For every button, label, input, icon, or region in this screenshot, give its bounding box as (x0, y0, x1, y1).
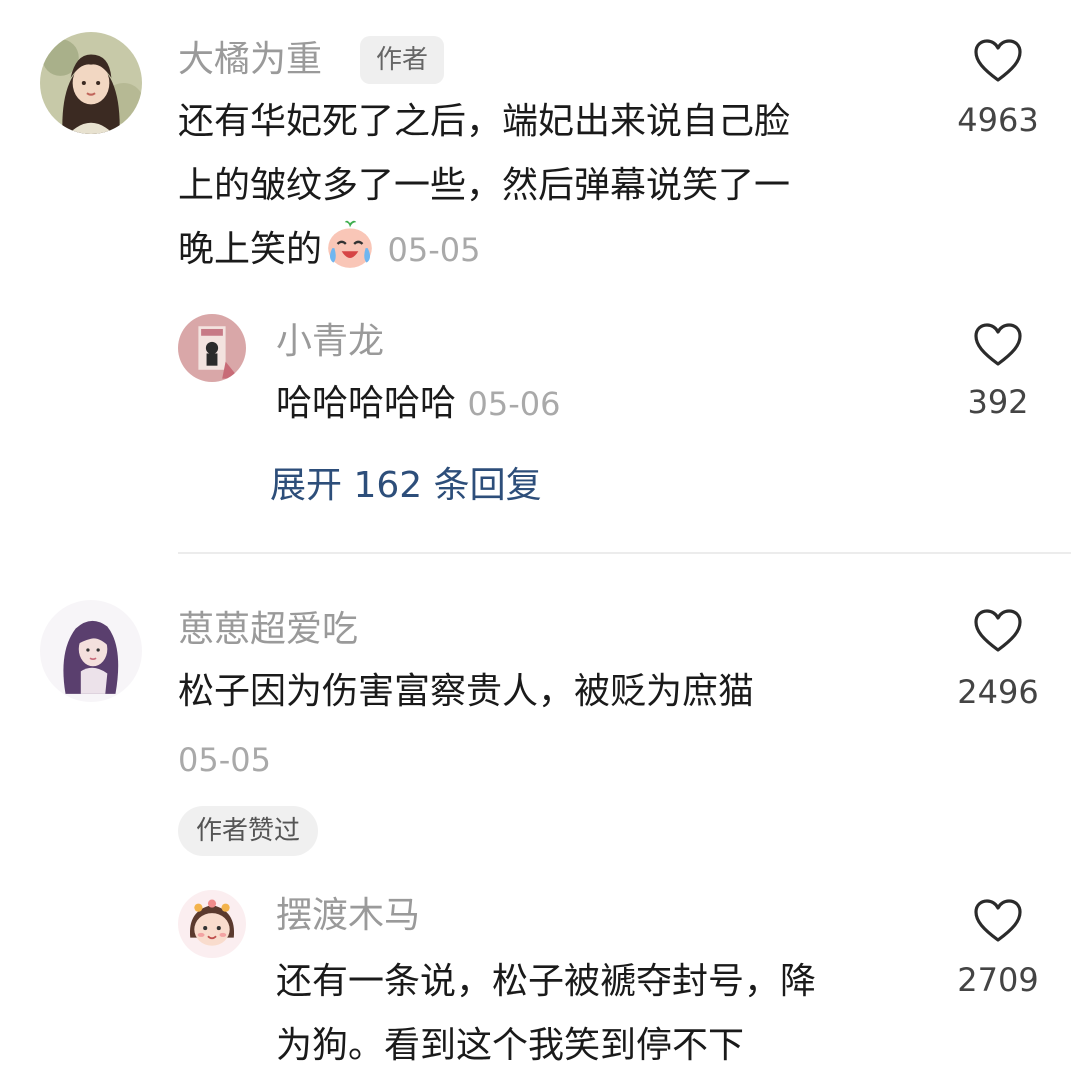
comment-line: 还有华妃死了之后，端妃出来说自己脸 (178, 101, 791, 142)
avatar[interactable] (40, 32, 142, 134)
reply-date: 05-06 (467, 385, 561, 423)
reply-text-line: 还有一条说，松子被褫夺封号，降 (276, 961, 817, 1002)
heart-outline-icon[interactable] (973, 608, 1023, 654)
author-badge: 作者 (360, 36, 445, 84)
username[interactable]: 摆渡木马 (276, 896, 420, 936)
laugh-cry-emoji-icon (324, 219, 376, 271)
like-count: 2709 (957, 961, 1039, 999)
comment-date: 05-05 (387, 231, 481, 269)
comment-line: 上的皱纹多了一些，然后弹幕说笑了一 (178, 165, 791, 206)
avatar[interactable] (178, 314, 246, 382)
username[interactable]: 大橘为重 (178, 40, 322, 80)
divider (178, 552, 1071, 554)
like-count: 2496 (957, 673, 1039, 711)
comment-line: 松子因为伤害富察贵人，被贬为庶猫 (178, 671, 755, 712)
comment-line-text: 晚上笑的 (178, 229, 323, 270)
expand-replies-link[interactable]: 展开 162 条回复 (270, 466, 542, 506)
reply-text-line: 为狗。看到这个我笑到停不下 (276, 1025, 745, 1066)
avatar[interactable] (178, 890, 246, 958)
reply-text: 哈哈哈哈哈 (276, 383, 457, 424)
heart-outline-icon[interactable] (973, 898, 1023, 944)
reply-text-line: 哈哈哈哈哈 05-06 (276, 372, 560, 436)
like-count: 4963 (957, 101, 1039, 139)
username[interactable]: 小青龙 (276, 322, 384, 362)
heart-outline-icon[interactable] (973, 322, 1023, 368)
comment-line-last: 晚上笑的 05-05 (178, 218, 480, 282)
username[interactable]: 葸葸超爱吃 (178, 610, 358, 650)
heart-outline-icon[interactable] (973, 38, 1023, 84)
avatar[interactable] (40, 600, 142, 702)
comment-date: 05-05 (178, 741, 271, 779)
like-count: 392 (967, 383, 1029, 421)
author-liked-badge: 作者赞过 (178, 806, 319, 856)
